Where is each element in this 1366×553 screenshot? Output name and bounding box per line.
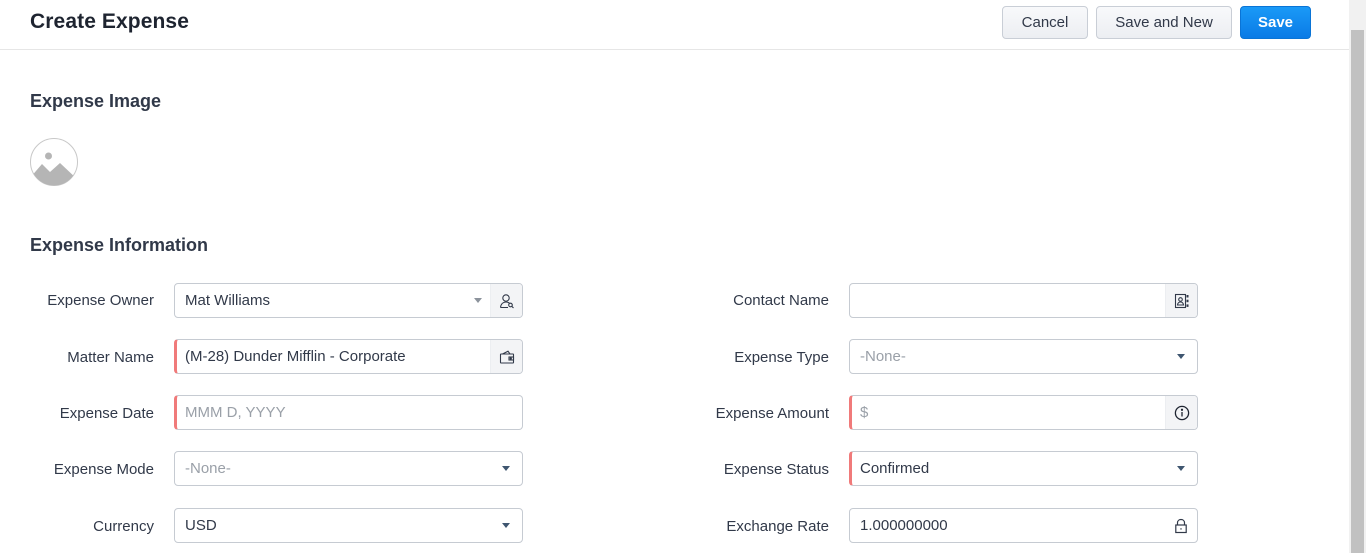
expense-date-input[interactable]: MMM D, YYYY (177, 404, 522, 421)
create-expense-page: Create Expense Cancel Save and New Save … (0, 0, 1366, 553)
exchange-rate-label: Exchange Rate (726, 518, 829, 535)
expense-amount-input[interactable]: $ (852, 404, 1165, 421)
expense-date-label: Expense Date (59, 405, 154, 422)
currency-value[interactable]: USD (175, 517, 502, 534)
user-search-icon[interactable] (490, 284, 522, 317)
expense-type-value[interactable]: -None- (850, 348, 1177, 365)
expense-owner-label: Expense Owner (47, 292, 154, 309)
save-and-new-button[interactable]: Save and New (1096, 6, 1232, 39)
expense-owner-field[interactable]: Mat Williams (174, 283, 523, 318)
contact-name-field[interactable] (849, 283, 1198, 318)
chevron-down-icon[interactable] (1177, 354, 1185, 359)
currency-select[interactable]: USD (174, 508, 523, 543)
image-placeholder-icon[interactable] (30, 138, 78, 186)
chevron-down-icon[interactable] (474, 298, 482, 303)
expense-amount-label: Expense Amount (715, 405, 829, 422)
matter-name-field[interactable]: (M-28) Dunder Mifflin - Corporate (174, 339, 523, 374)
expense-mode-select[interactable]: -None- (174, 451, 523, 486)
scrollbar-thumb[interactable] (1351, 30, 1364, 553)
exchange-rate-value: 1.000000000 (860, 517, 948, 534)
expense-mode-value[interactable]: -None- (175, 460, 502, 477)
page-header: Create Expense Cancel Save and New Save (0, 0, 1349, 50)
expense-amount-field[interactable]: $ (849, 395, 1198, 430)
matter-name-label: Matter Name (67, 349, 154, 366)
expense-mode-label: Expense Mode (53, 461, 154, 478)
expense-status-select[interactable]: Confirmed (849, 451, 1198, 486)
expense-type-select[interactable]: -None- (849, 339, 1198, 374)
currency-label: Currency (93, 518, 154, 535)
section-title-expense-information: Expense Information (30, 235, 209, 255)
vertical-scrollbar[interactable] (1349, 0, 1366, 553)
contact-name-label: Contact Name (733, 292, 829, 309)
expense-owner-value[interactable]: Mat Williams (175, 292, 474, 309)
chevron-down-icon[interactable] (1177, 466, 1185, 471)
wallet-icon[interactable] (490, 340, 522, 373)
expense-date-field[interactable]: MMM D, YYYY (174, 395, 523, 430)
exchange-rate-field[interactable]: 1.000000000 (849, 508, 1198, 543)
info-icon[interactable] (1165, 396, 1197, 429)
section-title-expense-image: Expense Image (30, 91, 162, 111)
matter-name-value[interactable]: (M-28) Dunder Mifflin - Corporate (177, 348, 490, 365)
expense-status-value[interactable]: Confirmed (852, 460, 1177, 477)
expense-status-label: Expense Status (723, 461, 829, 478)
chevron-down-icon[interactable] (502, 523, 510, 528)
expense-type-label: Expense Type (734, 349, 829, 366)
cancel-button[interactable]: Cancel (1002, 6, 1088, 39)
contact-card-icon[interactable] (1165, 284, 1197, 317)
save-button[interactable]: Save (1240, 6, 1311, 39)
chevron-down-icon[interactable] (502, 466, 510, 471)
page-title: Create Expense (30, 10, 189, 33)
lock-icon (1165, 509, 1197, 542)
